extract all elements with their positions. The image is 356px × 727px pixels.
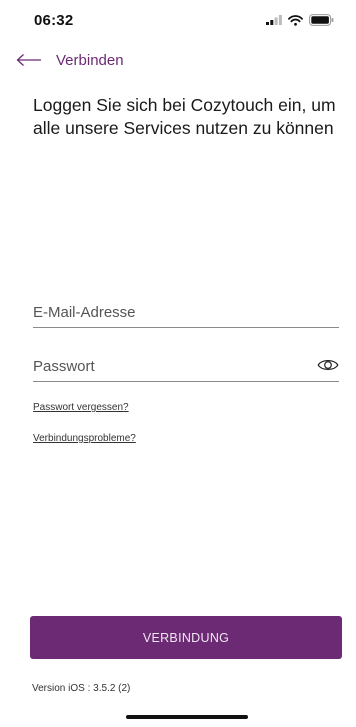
signal-icon — [266, 15, 282, 25]
connect-button[interactable]: VERBINDUNG — [30, 616, 342, 659]
nav-title: Verbinden — [56, 51, 124, 69]
arrow-left-icon — [16, 54, 41, 66]
email-input[interactable] — [33, 298, 339, 326]
wifi-icon — [288, 14, 303, 26]
eye-icon[interactable] — [317, 357, 339, 373]
home-indicator[interactable] — [126, 715, 248, 719]
login-screen: 06:32 Verbinden Loggen Sie sich bei Cozy… — [0, 0, 356, 727]
forgot-password-link[interactable]: Passwort vergessen? — [33, 402, 129, 413]
version-label: Version iOS : 3.5.2 (2) — [32, 683, 131, 694]
battery-icon — [309, 14, 334, 26]
status-icons — [266, 14, 334, 26]
connection-problems-link[interactable]: Verbindungsprobleme? — [33, 433, 136, 444]
navigation-bar: Verbinden — [0, 44, 356, 78]
password-field[interactable] — [33, 352, 339, 382]
status-time: 06:32 — [34, 12, 74, 29]
login-headline: Loggen Sie sich bei Cozytouch ein, um al… — [33, 95, 336, 138]
back-button[interactable]: Verbinden — [16, 46, 136, 74]
status-bar: 06:32 — [0, 0, 356, 44]
password-input[interactable] — [33, 352, 303, 380]
email-field[interactable] — [33, 298, 339, 328]
